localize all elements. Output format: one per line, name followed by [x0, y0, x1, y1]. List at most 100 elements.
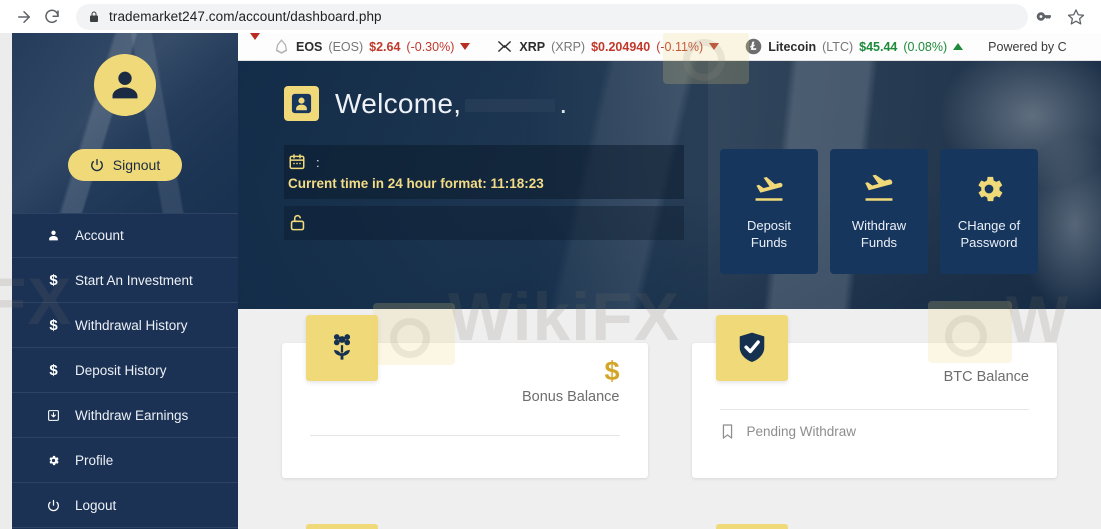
- user-card-icon: [284, 86, 319, 121]
- datetime-strip: : Current time in 24 hour format: 11:18:…: [284, 145, 684, 199]
- quick-card-label: Deposit Funds: [746, 218, 792, 250]
- browser-toolbar: trademarket247.com/account/dashboard.php: [0, 0, 1101, 33]
- btc-balance-title: BTC Balance: [943, 369, 1029, 385]
- ticker-name: EOS: [296, 39, 323, 54]
- pending-withdraw-row: Pending Withdraw: [720, 423, 857, 440]
- key-icon[interactable]: [1036, 8, 1053, 25]
- dollar-icon: $: [49, 271, 58, 289]
- ticker-item-eos[interactable]: EOS (EOS) $2.64 (-0.30%): [260, 38, 483, 55]
- welcome-banner: Welcome,. : Current time in 24 hour form…: [238, 61, 1101, 309]
- balance-card-row: $ Bonus Balance BTC Balance Pending With…: [282, 309, 1057, 478]
- sidebar-nav: Account $ Start An Investment $ Withdraw…: [12, 213, 238, 528]
- sidebar-item-label: Logout: [75, 497, 117, 513]
- shield-check-icon: [715, 315, 788, 381]
- card-divider: [310, 435, 620, 436]
- download-box-icon: [46, 409, 61, 422]
- main-content: EOS (EOS) $2.64 (-0.30%) XRP (XRP) $0.20…: [238, 33, 1101, 529]
- date-value: :: [316, 154, 320, 170]
- eos-logo-icon: [275, 39, 288, 54]
- quick-card-label: Withdraw Funds: [851, 218, 907, 250]
- welcome-suffix: .: [559, 87, 568, 119]
- deposit-funds-card[interactable]: Deposit Funds: [720, 149, 818, 274]
- btc-balance-values: BTC Balance: [944, 365, 1029, 385]
- ticker-change: (0.08%): [903, 39, 948, 54]
- sidebar-item-label: Account: [75, 228, 124, 243]
- plane-takeoff-icon: [859, 172, 899, 206]
- security-strip: [284, 206, 684, 240]
- change-of-password-card[interactable]: CHange of Password: [940, 149, 1038, 274]
- ticker-price: $0.204940: [591, 39, 651, 54]
- forward-arrow-icon[interactable]: [10, 3, 38, 31]
- pending-withdraw-label: Pending Withdraw: [746, 424, 857, 439]
- plane-landing-icon: [749, 172, 789, 206]
- signout-button[interactable]: Signout: [67, 149, 183, 181]
- unlock-icon: [288, 213, 307, 232]
- dollar-icon: $: [49, 316, 58, 334]
- flower-seedling-icon: [306, 315, 378, 381]
- up-arrow-icon: [953, 43, 964, 50]
- power-icon: [90, 158, 104, 172]
- xrp-logo-icon: [498, 41, 512, 52]
- calendar-icon: [288, 153, 306, 171]
- sidebar-item-account[interactable]: Account: [12, 213, 238, 258]
- ticker-price: $2.64: [369, 39, 401, 54]
- sidebar-item-deposit-history[interactable]: $ Deposit History: [12, 348, 238, 393]
- litecoin-logo-icon: [745, 38, 762, 55]
- sidebar-item-start-an-investment[interactable]: $ Start An Investment: [12, 258, 238, 303]
- address-bar[interactable]: trademarket247.com/account/dashboard.php: [76, 3, 1028, 30]
- page-title: Welcome,.: [335, 88, 567, 120]
- welcome-row: Welcome,.: [284, 86, 1101, 121]
- bookmark-icon: [720, 423, 735, 440]
- redacted-username: [465, 98, 556, 112]
- ticker-symbol: (EOS): [328, 39, 364, 54]
- ticker-item-xrp[interactable]: XRP (XRP) $0.204940 (-0.11%): [483, 38, 732, 55]
- ticker-price: $45.44: [859, 39, 898, 54]
- ticker-change: (-0.11%): [656, 39, 704, 54]
- sidebar-item-label: Deposit History: [75, 362, 167, 378]
- bonus-balance-values: $ Bonus Balance: [521, 356, 620, 406]
- row2-card-left: [282, 524, 648, 529]
- sidebar-item-label: Withdraw Earnings: [75, 407, 189, 423]
- signout-label: Signout: [112, 157, 161, 173]
- btc-balance-card: BTC Balance Pending Withdraw: [691, 315, 1057, 478]
- lock-icon: [88, 11, 100, 23]
- gear-icon: [972, 172, 1006, 206]
- sidebar-item-profile[interactable]: Profile: [12, 438, 238, 483]
- withdraw-funds-card[interactable]: Withdraw Funds: [830, 149, 928, 274]
- ticker-powered-by: Powered by C: [988, 39, 1067, 54]
- row2-icon-tile-left: [306, 524, 378, 529]
- sidebar: Signout Account $ Start An Investment $ …: [12, 33, 238, 529]
- url-text: trademarket247.com/account/dashboard.php: [109, 9, 382, 24]
- bonus-balance-title: Bonus Balance: [521, 389, 620, 406]
- ticker-name: XRP: [519, 39, 546, 54]
- browser-actions: [1036, 8, 1091, 26]
- welcome-label: Welcome,: [335, 87, 462, 119]
- ticker-item-litecoin[interactable]: Litecoin (LTC) $45.44 (0.08%): [732, 38, 976, 55]
- sidebar-item-withdrawal-history[interactable]: $ Withdrawal History: [12, 303, 238, 348]
- sidebar-item-label: Start An Investment: [75, 272, 193, 288]
- bonus-balance-card: $ Bonus Balance: [282, 315, 648, 478]
- user-avatar-icon: [94, 54, 156, 116]
- current-time-label: Current time in 24 hour format: 11:18:23: [288, 176, 544, 191]
- row2-card-right: [692, 524, 1058, 529]
- sidebar-item-logout[interactable]: Logout: [12, 483, 238, 528]
- down-arrow-icon: [460, 43, 471, 50]
- reload-icon[interactable]: [38, 3, 66, 31]
- card-divider: [719, 409, 1029, 410]
- ticker-name: Litecoin: [768, 39, 817, 54]
- user-icon: [46, 229, 61, 242]
- power-icon: [46, 499, 61, 512]
- page-viewport: Signout Account $ Start An Investment $ …: [0, 33, 1101, 529]
- dollar-icon: $: [49, 361, 58, 379]
- bonus-balance-amount: $: [604, 356, 620, 386]
- ticker-leading-arrow-down-icon: [238, 33, 260, 54]
- quick-action-cards: Deposit Funds Withdraw Funds CHange of Pass…: [720, 149, 1038, 274]
- sidebar-item-label: Profile: [75, 452, 114, 468]
- row2-icon-tile-right: [715, 524, 788, 529]
- balance-card-row-2-partial: [282, 478, 1057, 529]
- ticker-change: (-0.30%): [406, 39, 455, 54]
- sidebar-item-withdraw-earnings[interactable]: Withdraw Earnings: [12, 393, 238, 438]
- star-bookmark-icon[interactable]: [1067, 8, 1085, 26]
- ticker-symbol: (XRP): [551, 39, 586, 54]
- balance-cards-area: $ Bonus Balance BTC Balance Pending With…: [238, 309, 1101, 529]
